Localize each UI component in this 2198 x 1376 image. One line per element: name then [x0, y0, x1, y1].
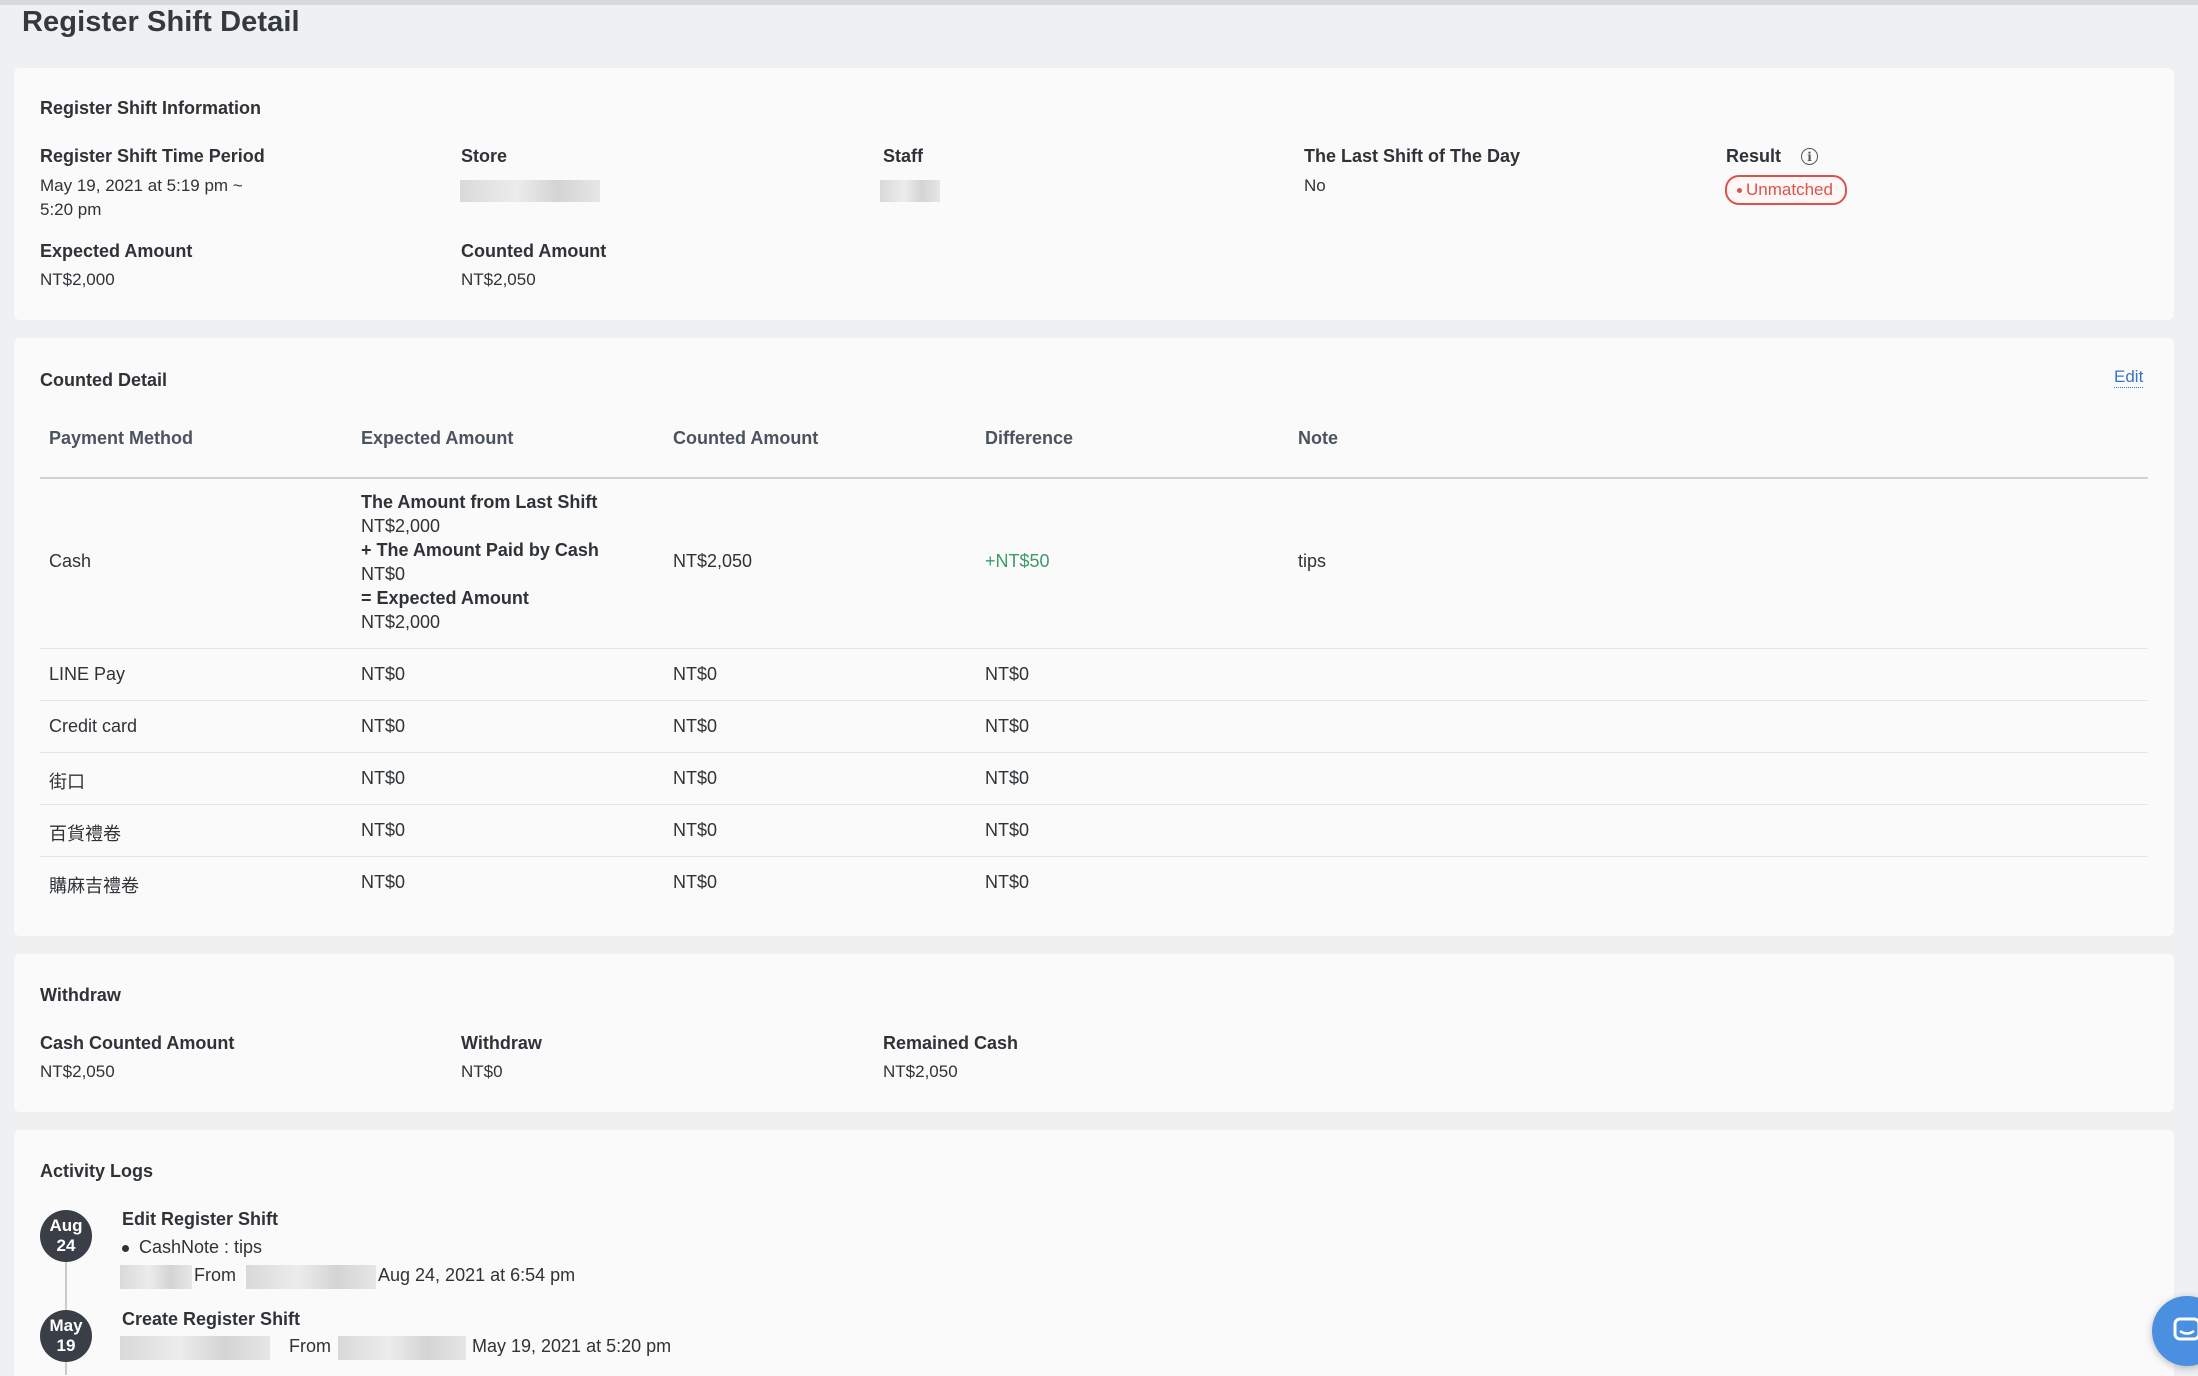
- withdraw-label: Withdraw: [461, 1033, 542, 1053]
- cash-counted-label: Cash Counted Amount: [40, 1033, 235, 1053]
- breakdown-expected-label: = Expected Amount: [361, 588, 529, 608]
- withdraw-card: Withdraw Cash Counted Amount NT$2,050 Wi…: [14, 954, 2174, 1112]
- cell-difference: NT$0: [985, 716, 1030, 736]
- result-label: Result: [1726, 146, 1782, 166]
- cell-expected: NT$0: [361, 872, 406, 892]
- date-month: Aug: [49, 1216, 83, 1235]
- remained-cash-value: NT$2,050: [883, 1062, 958, 1081]
- expected-amount-value: NT$2,000: [40, 270, 115, 289]
- staff-label: Staff: [883, 146, 923, 166]
- time-period-label: Register Shift Time Period: [40, 146, 265, 166]
- last-shift-value: No: [1304, 176, 1326, 195]
- cell-method: Credit card: [49, 716, 138, 736]
- cell-difference: +NT$50: [985, 551, 1050, 571]
- column-header-counted-amount: Counted Amount: [673, 428, 819, 448]
- cell-expected: NT$0: [361, 716, 406, 736]
- column-header-expected-amount: Expected Amount: [361, 428, 514, 448]
- row-divider: [40, 752, 2148, 753]
- time-period-value-2: 5:20 pm: [40, 200, 102, 219]
- breakdown-paid-cash-label: + The Amount Paid by Cash: [361, 540, 599, 560]
- time-period-value-1: May 19, 2021 at 5:19 pm ~: [40, 176, 243, 195]
- counted-amount-label: Counted Amount: [461, 241, 607, 261]
- card-title: Activity Logs: [40, 1161, 154, 1181]
- user-redacted: [120, 1265, 192, 1289]
- counted-amount-value: NT$2,050: [461, 270, 536, 289]
- date-month: May: [49, 1316, 83, 1335]
- breakdown-last-shift-label: The Amount from Last Shift: [361, 492, 598, 512]
- cash-counted-value: NT$2,050: [40, 1062, 115, 1081]
- cell-counted: NT$0: [673, 820, 718, 840]
- cell-method: 街口: [49, 772, 85, 792]
- card-title: Withdraw: [40, 985, 121, 1005]
- counted-detail-card: Counted Detail Edit Payment Method Expec…: [14, 338, 2174, 936]
- cell-counted: NT$2,050: [673, 551, 753, 571]
- staff-value-redacted: [880, 180, 940, 202]
- cell-counted: NT$0: [673, 872, 718, 892]
- cell-expected: NT$0: [361, 768, 406, 788]
- column-header-note: Note: [1298, 428, 1338, 448]
- cell-method: 購麻吉禮卷: [49, 876, 139, 896]
- breakdown-last-shift-value: NT$2,000: [361, 516, 441, 536]
- table-header-divider: [40, 477, 2148, 479]
- date-badge: Aug 24: [40, 1210, 92, 1262]
- status-dot-icon: [1737, 187, 1742, 193]
- expected-amount-label: Expected Amount: [40, 241, 193, 261]
- register-shift-information-card: Register Shift Information Register Shif…: [14, 68, 2174, 320]
- activity-logs-card: Activity Logs Aug 24 Edit Register Shift…: [14, 1130, 2174, 1376]
- log-title: Create Register Shift: [122, 1309, 301, 1329]
- source-redacted: [338, 1336, 466, 1360]
- log-timestamp: May 19, 2021 at 5:20 pm: [472, 1336, 672, 1356]
- cell-method: Cash: [49, 551, 92, 571]
- info-icon[interactable]: i: [1801, 148, 1818, 165]
- bullet-icon: [122, 1244, 129, 1252]
- breakdown-paid-cash-value: NT$0: [361, 564, 406, 584]
- status-badge: Unmatched: [1725, 175, 1847, 205]
- date-day: 24: [56, 1236, 76, 1255]
- row-divider: [40, 648, 2148, 649]
- cell-difference: NT$0: [985, 664, 1030, 684]
- expected-breakdown: The Amount from Last Shift NT$2,000 + Th…: [361, 490, 599, 634]
- withdraw-value: NT$0: [461, 1062, 503, 1081]
- cell-method: LINE Pay: [49, 664, 126, 684]
- breakdown-expected-value: NT$2,000: [361, 612, 441, 632]
- log-detail-text: CashNote : tips: [139, 1237, 263, 1257]
- cell-difference: NT$0: [985, 872, 1030, 892]
- remained-cash-label: Remained Cash: [883, 1033, 1019, 1053]
- cell-note: tips: [1298, 551, 1327, 571]
- cell-method: 百貨禮卷: [49, 824, 121, 844]
- top-border: [0, 0, 2198, 5]
- log-timestamp: Aug 24, 2021 at 6:54 pm: [378, 1265, 576, 1285]
- user-redacted: [120, 1336, 270, 1360]
- cell-difference: NT$0: [985, 820, 1030, 840]
- date-badge: May 19: [40, 1310, 92, 1362]
- last-shift-label: The Last Shift of The Day: [1304, 146, 1521, 166]
- row-divider: [40, 856, 2148, 857]
- date-day: 19: [56, 1336, 76, 1355]
- card-title: Register Shift Information: [40, 98, 262, 118]
- log-title: Edit Register Shift: [122, 1209, 279, 1229]
- column-header-payment-method: Payment Method: [49, 428, 194, 448]
- edit-link[interactable]: Edit: [2114, 367, 2144, 388]
- store-label: Store: [461, 146, 508, 166]
- page-title: Register Shift Detail: [22, 6, 300, 38]
- status-badge-text: Unmatched: [1746, 180, 1833, 199]
- log-from-label: From: [194, 1265, 236, 1285]
- log-detail: CashNote : tips: [122, 1237, 262, 1258]
- source-redacted: [246, 1265, 376, 1289]
- row-divider: [40, 804, 2148, 805]
- cell-expected: NT$0: [361, 664, 406, 684]
- row-divider: [40, 700, 2148, 701]
- cell-difference: NT$0: [985, 768, 1030, 788]
- column-header-difference: Difference: [985, 428, 1074, 448]
- store-value-redacted: [460, 180, 600, 202]
- card-title: Counted Detail: [40, 370, 168, 390]
- chat-bubble-icon: [2173, 1317, 2198, 1341]
- cell-counted: NT$0: [673, 716, 718, 736]
- cell-counted: NT$0: [673, 664, 718, 684]
- cell-expected: NT$0: [361, 820, 406, 840]
- log-from-label: From: [289, 1336, 331, 1356]
- cell-counted: NT$0: [673, 768, 718, 788]
